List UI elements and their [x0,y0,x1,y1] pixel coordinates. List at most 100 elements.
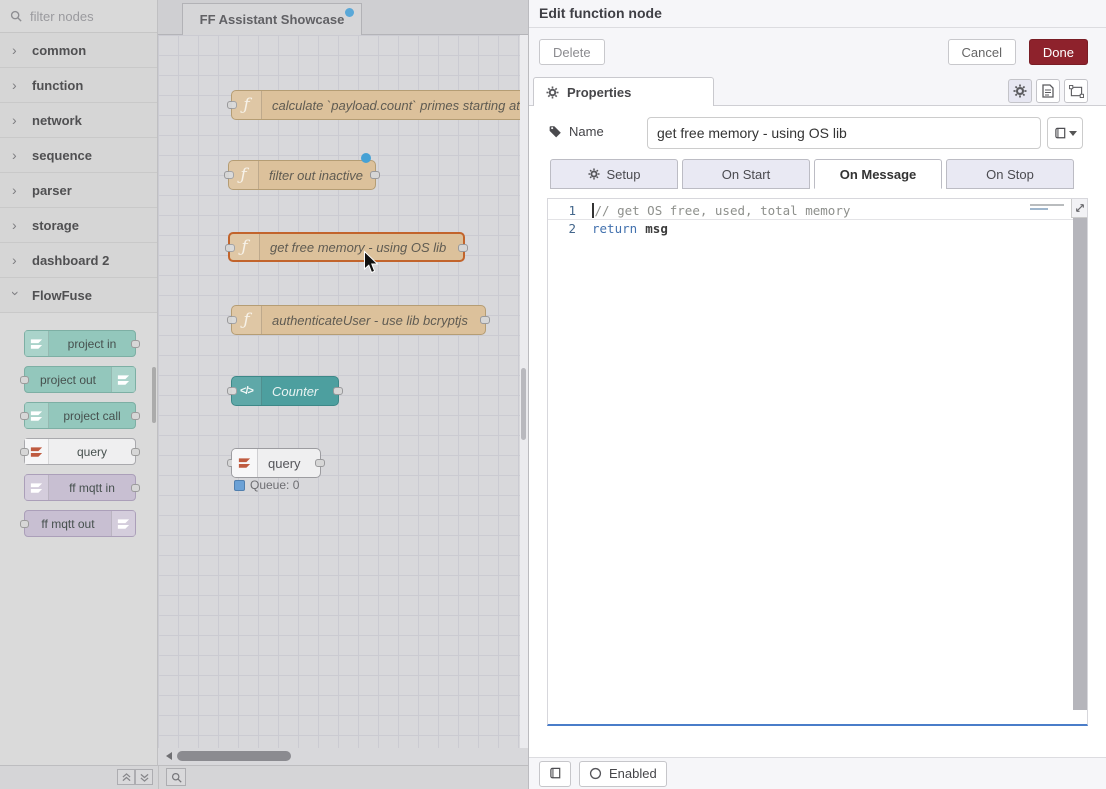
editor-minimap-scrollbar[interactable] [1073,218,1087,710]
expand-editor-button[interactable] [1071,199,1087,218]
workspace-horizontal-scrollbar[interactable] [158,748,528,765]
search-icon [171,772,182,783]
palette-node-project-call[interactable]: project call [24,402,136,429]
function-tabs: Setup On Start On Message On Stop [550,159,1078,190]
double-chevron-up-icon [122,773,131,782]
tab-properties[interactable]: Properties [533,77,714,106]
chevron-down-icon: › [9,291,23,299]
node-modified-dot-icon [361,153,371,163]
chevron-right-icon: › [12,43,20,57]
enabled-label: Enabled [609,766,657,781]
status-dot-icon [234,480,245,491]
node-filter-out-inactive[interactable]: ƒ filter out inactive [228,160,376,190]
gear-icon [1013,84,1027,98]
flowfuse-logo-icon [111,367,135,392]
palette-filter-input[interactable] [28,8,138,25]
workspace-footer [0,765,528,789]
double-chevron-down-icon [140,773,149,782]
palette-node-ff-mqtt-in[interactable]: ff mqtt in [24,474,136,501]
code-editor[interactable]: 1 // get OS free, used, total memory 2 r… [547,198,1088,726]
line-number: 1 [548,202,592,220]
name-row: Name [547,117,1088,149]
tray-title: Edit function node [529,0,1106,28]
node-calculate-primes[interactable]: ƒ calculate `payload.count` primes start… [231,90,520,120]
name-label: Name [549,124,604,139]
output-port[interactable] [333,387,343,395]
description-icon-button[interactable] [1036,79,1060,103]
scrollbar-thumb[interactable] [521,368,526,440]
node-query[interactable]: query [231,448,321,478]
chevron-right-icon: › [12,218,20,232]
node-label: calculate `payload.count` primes startin… [272,98,520,113]
output-port[interactable] [480,316,490,324]
tab-setup[interactable]: Setup [550,159,678,189]
circle-icon [589,767,602,780]
tab-on-message[interactable]: On Message [814,159,942,189]
palette-category-function[interactable]: › function [0,68,157,103]
node-get-free-memory[interactable]: ƒ get free memory - using OS lib [228,232,465,262]
palette-node-ff-mqtt-out[interactable]: ff mqtt out [24,510,136,537]
palette-node-project-out[interactable]: project out [24,366,136,393]
node-status: Queue: 0 [234,478,299,492]
flowfuse-logo-icon [25,475,49,500]
workspace-tabbar: FF Assistant Showcase [158,0,528,35]
cancel-button[interactable]: Cancel [948,39,1016,65]
output-port[interactable] [458,244,468,252]
code-line-2: 2 return msg [548,220,1087,238]
expand-icon [1075,203,1085,213]
flow-canvas[interactable]: ƒ calculate `payload.count` primes start… [158,35,520,748]
enabled-toggle-button[interactable]: Enabled [579,761,667,787]
palette-node-label: ff mqtt in [49,481,135,495]
flow-tab-label: FF Assistant Showcase [200,12,345,27]
library-button[interactable] [1047,117,1083,149]
function-icon: ƒ [230,234,260,260]
node-authenticate-user[interactable]: ƒ authenticateUser - use lib bcryptjs [231,305,486,335]
output-port[interactable] [370,171,380,179]
tab-on-start[interactable]: On Start [682,159,810,189]
delete-button[interactable]: Delete [539,39,605,65]
output-port [131,412,140,420]
output-port [131,484,140,492]
properties-icon-button[interactable] [1008,79,1032,103]
palette-scrollbar[interactable] [152,367,156,423]
flow-tab[interactable]: FF Assistant Showcase [182,3,362,35]
code-line-1: 1 // get OS free, used, total memory [548,202,1087,220]
output-port[interactable] [315,459,325,467]
tab-on-stop[interactable]: On Stop [946,159,1074,189]
status-text: Queue: 0 [250,478,299,492]
done-button[interactable]: Done [1029,39,1088,65]
tab-label: Setup [607,167,641,182]
appearance-icon-button[interactable] [1064,79,1088,103]
scroll-left-arrow-icon[interactable] [164,751,174,761]
palette-search[interactable] [0,0,157,33]
chevron-right-icon: › [12,253,20,267]
palette-category-flowfuse[interactable]: › FlowFuse [0,278,157,313]
collapse-all-button[interactable] [117,769,135,785]
category-label: sequence [32,148,92,163]
output-port [131,340,140,348]
name-input[interactable] [647,117,1041,149]
palette-category-dashboard2[interactable]: › dashboard 2 [0,243,157,278]
node-label: Counter [272,384,318,399]
library-export-button[interactable] [539,761,571,787]
function-icon: ƒ [229,161,259,189]
tag-icon [549,125,562,138]
search-icon [10,10,22,22]
zoom-search-button[interactable] [166,768,186,786]
scrollbar-thumb[interactable] [177,751,291,761]
category-label: network [32,113,82,128]
palette-node-label: project out [25,373,111,387]
palette-category-sequence[interactable]: › sequence [0,138,157,173]
workspace-vertical-scrollbar[interactable] [520,35,528,748]
palette-category-storage[interactable]: › storage [0,208,157,243]
palette-node-project-in[interactable]: project in [24,330,136,357]
palette-category-common[interactable]: › common [0,33,157,68]
template-icon: </> [232,377,262,405]
code-comment: // get OS free, used, total memory [595,202,851,220]
gear-icon [588,168,600,180]
node-counter[interactable]: </> Counter [231,376,339,406]
palette-category-network[interactable]: › network [0,103,157,138]
palette-node-query[interactable]: query [24,438,136,465]
expand-all-button[interactable] [135,769,153,785]
palette-category-parser[interactable]: › parser [0,173,157,208]
